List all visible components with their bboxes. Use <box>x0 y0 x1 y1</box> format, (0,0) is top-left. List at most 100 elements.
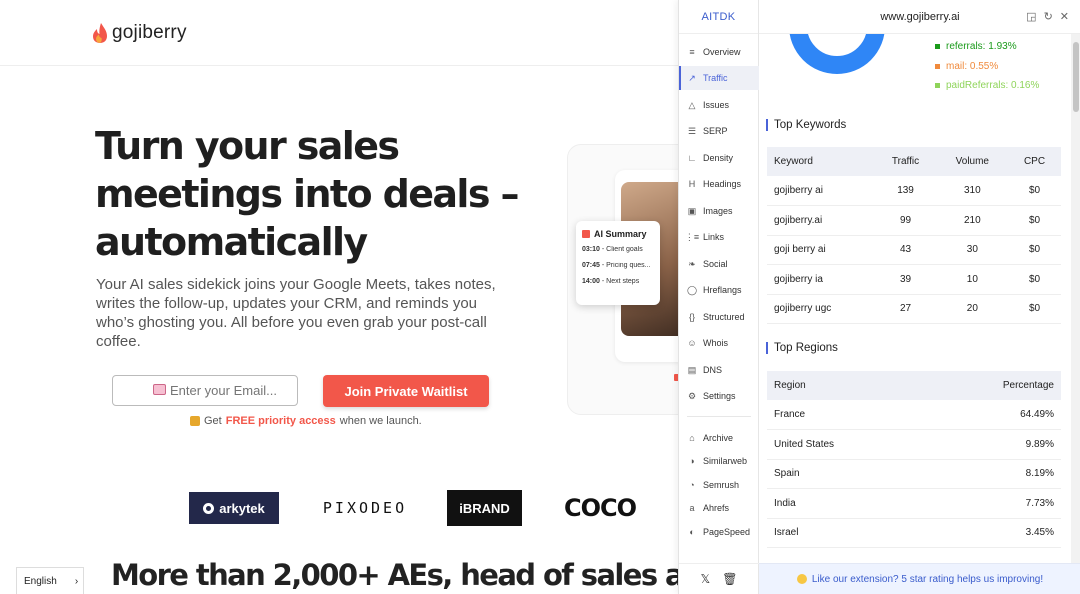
x-social-icon[interactable]: 𝕏 <box>701 572 711 586</box>
legend-item: referrals: 1.93% <box>935 37 1039 57</box>
regions-table: Region Percentage France 64.49% United St… <box>767 371 1061 548</box>
site-logo[interactable]: gojiberry <box>92 22 187 44</box>
cell: 27 <box>874 294 937 324</box>
nav-label: Social <box>703 259 728 269</box>
nav-item-issues[interactable]: △ Issues <box>679 93 759 117</box>
user-icon: ☺ <box>687 338 697 348</box>
image-icon: ▣ <box>687 205 697 216</box>
nav-item-density[interactable]: ∟ Density <box>679 146 759 170</box>
braces-icon: {} <box>688 312 695 322</box>
nav-label: Traffic <box>703 73 728 83</box>
screenshot-icon[interactable]: ◲ <box>1026 10 1036 23</box>
ahrefs-icon: a <box>689 503 695 513</box>
current-domain: www.gojiberry.ai <box>880 10 960 23</box>
tool-link-archive[interactable]: ⌂ Archive <box>679 426 759 450</box>
cell: Israel <box>767 518 924 548</box>
cell: 310 <box>936 176 1009 206</box>
flame-logo-icon <box>93 23 107 43</box>
nav-item-whois[interactable]: ☺ Whois <box>679 331 759 355</box>
nav-label: Settings <box>703 391 736 401</box>
section-accent <box>766 342 768 354</box>
tool-link-pagespeed[interactable]: ◐ PageSpeed <box>679 520 759 544</box>
hero-title-line: automatically <box>95 220 368 264</box>
cell: 43 <box>874 235 937 265</box>
nav-item-structured[interactable]: {} Structured <box>679 305 759 329</box>
traffic-sources-donut <box>789 34 885 74</box>
section-accent <box>766 119 768 131</box>
arkytek-ring-icon <box>203 502 215 514</box>
nav-item-serp[interactable]: ☰ SERP <box>679 119 759 143</box>
extension-topbar: www.gojiberry.ai ◲ ↻ ✕ <box>759 0 1080 34</box>
table-row: France 64.49% <box>767 400 1061 430</box>
nav-item-settings[interactable]: ⚙ Settings <box>679 384 759 408</box>
scrollbar-thumb[interactable] <box>1073 42 1079 112</box>
language-selector[interactable]: English › <box>16 567 84 594</box>
nav-label: Density <box>703 153 734 163</box>
cell: France <box>767 400 924 430</box>
brand-logo-ibrand: iBRAND <box>447 490 522 526</box>
table-row: Israel 3.45% <box>767 518 1061 548</box>
archive-icon: ⌂ <box>689 433 695 443</box>
tool-label: Similarweb <box>703 456 748 466</box>
refresh-icon[interactable]: ↻ <box>1044 10 1053 23</box>
join-waitlist-button[interactable]: Join Private Waitlist <box>323 375 489 407</box>
cell: gojiberry ia <box>767 264 875 295</box>
tool-link-semrush[interactable]: ◔ Semrush <box>679 473 759 497</box>
cell: $0 <box>1008 235 1061 265</box>
ai-summary-title: AI Summary <box>582 229 654 239</box>
nav-item-links[interactable]: ⋮≡ Links <box>679 225 759 249</box>
brand-name: arkytek <box>219 500 265 516</box>
nav-item-dns[interactable]: ▤ DNS <box>679 358 759 382</box>
cell: 99 <box>874 205 937 236</box>
tool-link-similarweb[interactable]: ◑ Similarweb <box>679 449 759 473</box>
cell: 7.73% <box>923 488 1061 519</box>
brand-logo-pixodeo: PIXODEO <box>322 499 408 517</box>
logo-text: gojiberry <box>112 22 187 43</box>
table-row: goji berry ai 43 30 $0 <box>767 235 1061 265</box>
ai-summary-row: 03:10 - Client goals <box>582 246 654 253</box>
nav-label: Images <box>703 206 733 216</box>
rating-text: Like our extension? 5 star rating helps … <box>811 573 1044 585</box>
priority-highlight: FREE priority access <box>225 415 336 427</box>
lock-icon <box>190 416 200 426</box>
ai-row-text: - Next steps <box>601 278 640 285</box>
rating-banner[interactable]: Like our extension? 5 star rating helps … <box>759 563 1080 594</box>
section-title-text: Top Keywords <box>774 119 847 131</box>
cell: goji berry ai <box>767 235 875 265</box>
extension-scrollbar[interactable] <box>1071 34 1080 563</box>
col-traffic: Traffic <box>874 147 937 176</box>
nav-item-overview[interactable]: ≡ Overview <box>679 40 759 64</box>
priority-suffix: when we launch. <box>339 415 422 427</box>
nav-item-traffic[interactable]: ↗ Traffic <box>679 66 759 90</box>
tool-link-ahrefs[interactable]: a Ahrefs <box>679 496 759 520</box>
extension-brand[interactable]: AITDK <box>679 0 758 34</box>
trash-icon[interactable]: 🗑 <box>722 572 737 586</box>
keywords-table: Keyword Traffic Volume CPC gojiberry ai 1… <box>767 147 1061 324</box>
warning-icon: △ <box>688 99 696 110</box>
nav-item-social[interactable]: ❧ Social <box>679 252 759 276</box>
cell: gojiberry ugc <box>767 294 875 324</box>
semrush-icon: ◔ <box>689 480 695 490</box>
nav-item-images[interactable]: ▣ Images <box>679 199 759 223</box>
legend-swatch <box>935 83 940 89</box>
ai-row-time: 14:00 <box>582 278 600 285</box>
traffic-sources-legend: referrals: 1.93% mail: 0.55% paidReferra… <box>935 37 1039 96</box>
close-icon[interactable]: ✕ <box>1060 10 1069 23</box>
twitter-icon: ❧ <box>688 258 696 269</box>
table-row: gojiberry ai 139 310 $0 <box>767 176 1061 206</box>
email-field-wrapper <box>112 375 300 406</box>
cell: gojiberry.ai <box>767 205 875 236</box>
cell: 10 <box>936 264 1009 295</box>
ai-summary-row: 07:45 - Pricing ques... <box>582 262 654 269</box>
legend-text: referrals: 1.93% <box>946 41 1017 52</box>
legend-item: mail: 0.55% <box>935 57 1039 77</box>
language-label: English <box>24 575 57 587</box>
legend-text: paidReferrals: 0.16% <box>946 80 1040 91</box>
nav-item-headings[interactable]: H Headings <box>679 172 759 196</box>
email-field[interactable] <box>170 383 300 398</box>
hero-subtitle: Your AI sales sidekick joins your Google… <box>96 276 496 350</box>
nav-item-hreflangs[interactable]: ◯ Hreflangs <box>679 278 759 302</box>
donut-ring <box>789 34 885 74</box>
cell: Spain <box>767 459 924 489</box>
nav-label: DNS <box>703 365 723 375</box>
